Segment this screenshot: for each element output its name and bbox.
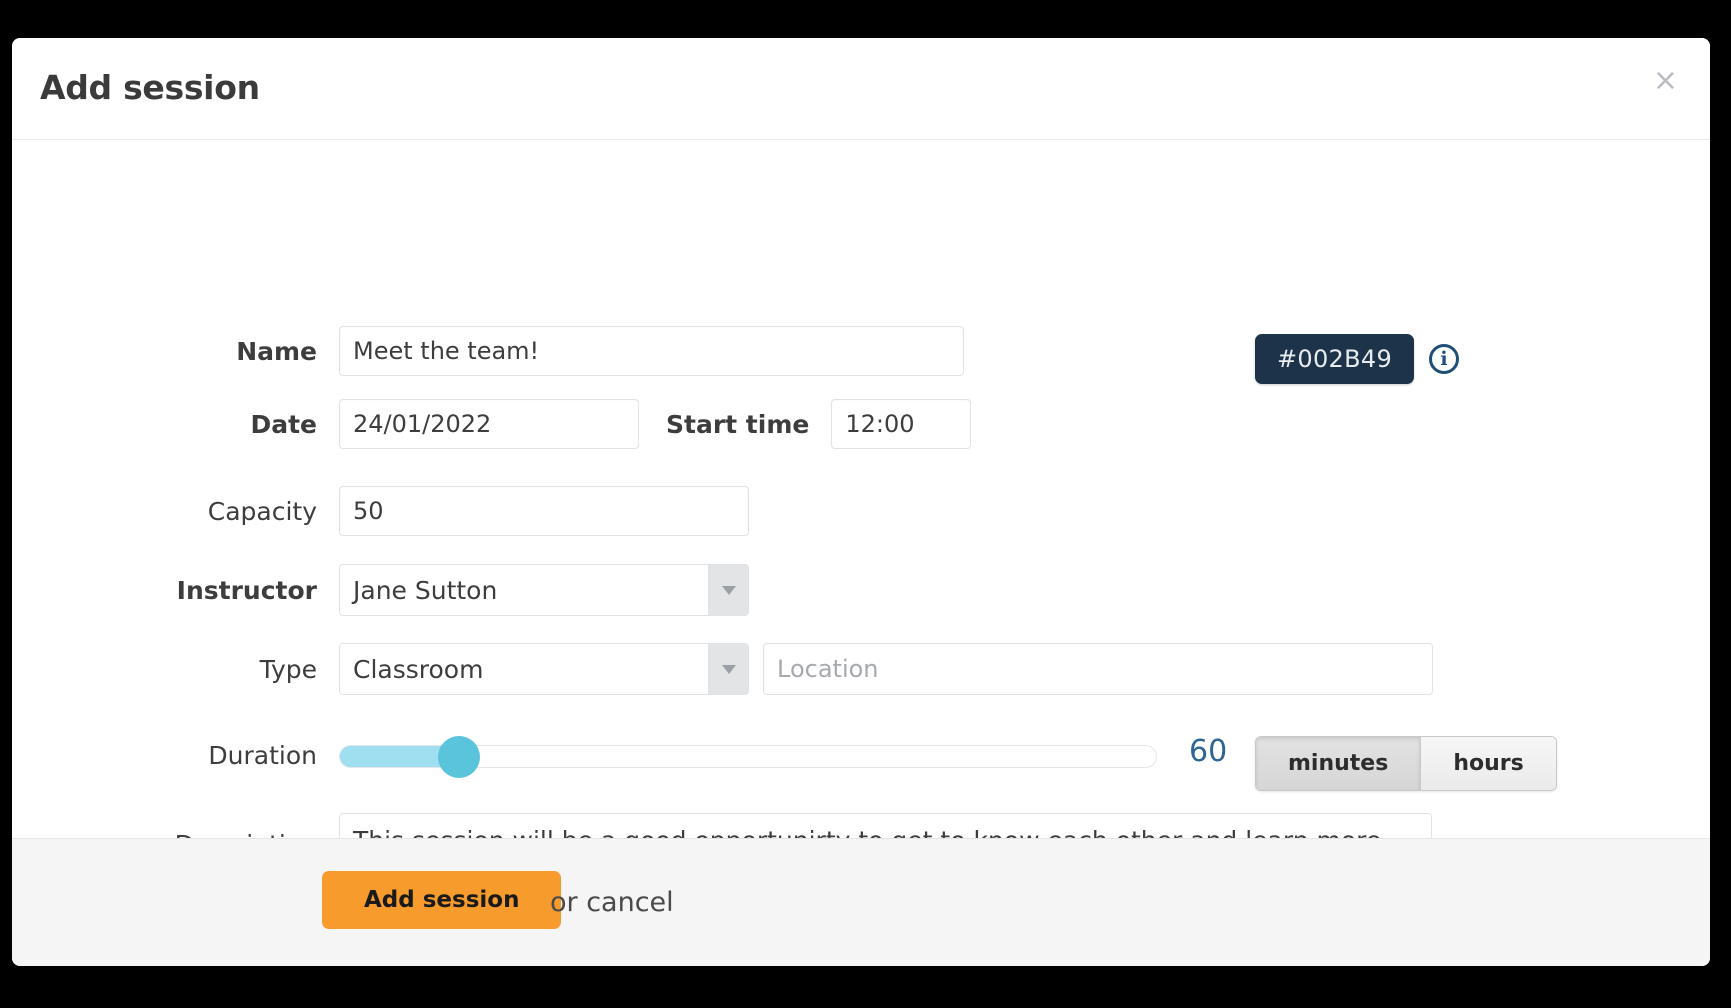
- dialog-header: Add session ×: [12, 38, 1710, 140]
- dialog-body: Name Date Start time Capacity Instructor…: [12, 140, 1710, 838]
- unit-hours-button[interactable]: hours: [1420, 737, 1555, 790]
- add-session-dialog: Add session × Name Date Start time Capac…: [12, 38, 1710, 966]
- instructor-selected-value: Jane Sutton: [340, 565, 708, 615]
- cancel-link[interactable]: or cancel: [550, 887, 674, 918]
- unit-minutes-button[interactable]: minutes: [1256, 737, 1420, 790]
- field-row-duration: Duration 60: [12, 741, 1157, 770]
- field-row-date: Date Start time: [12, 399, 971, 449]
- duration-unit-toggle[interactable]: minutes hours: [1255, 736, 1557, 791]
- screen: Add session × Name Date Start time Capac…: [0, 0, 1731, 1008]
- duration-value: 60: [1189, 734, 1227, 769]
- chevron-down-icon[interactable]: [708, 644, 748, 694]
- capacity-input[interactable]: [339, 486, 749, 536]
- type-label: Type: [12, 655, 317, 684]
- page-title: Add session: [40, 68, 260, 107]
- field-row-name: Name: [12, 326, 964, 376]
- type-selected-value: Classroom: [340, 644, 708, 694]
- duration-label: Duration: [12, 741, 317, 770]
- date-label: Date: [12, 410, 317, 439]
- type-select[interactable]: Classroom: [339, 643, 749, 695]
- instructor-select[interactable]: Jane Sutton: [339, 564, 749, 616]
- field-row-capacity: Capacity: [12, 486, 749, 536]
- close-icon[interactable]: ×: [1647, 62, 1684, 100]
- name-input[interactable]: [339, 326, 964, 376]
- name-label: Name: [12, 337, 317, 366]
- instructor-label: Instructor: [12, 576, 317, 605]
- dialog-footer: Add session or cancel: [12, 838, 1710, 966]
- slider-thumb[interactable]: [438, 736, 480, 778]
- start-time-input[interactable]: [831, 399, 971, 449]
- start-time-label: Start time: [666, 410, 809, 439]
- duration-slider[interactable]: 60: [339, 742, 1157, 770]
- session-color-badge: #002B49 i: [1255, 334, 1459, 384]
- capacity-label: Capacity: [12, 497, 317, 526]
- field-row-type: Type Classroom: [12, 643, 1433, 695]
- chevron-down-icon[interactable]: [708, 565, 748, 615]
- date-input[interactable]: [339, 399, 639, 449]
- location-input[interactable]: [763, 643, 1433, 695]
- info-icon[interactable]: i: [1429, 344, 1459, 374]
- color-swatch-value[interactable]: #002B49: [1255, 334, 1414, 384]
- field-row-instructor: Instructor Jane Sutton: [12, 564, 749, 616]
- add-session-button[interactable]: Add session: [322, 871, 561, 929]
